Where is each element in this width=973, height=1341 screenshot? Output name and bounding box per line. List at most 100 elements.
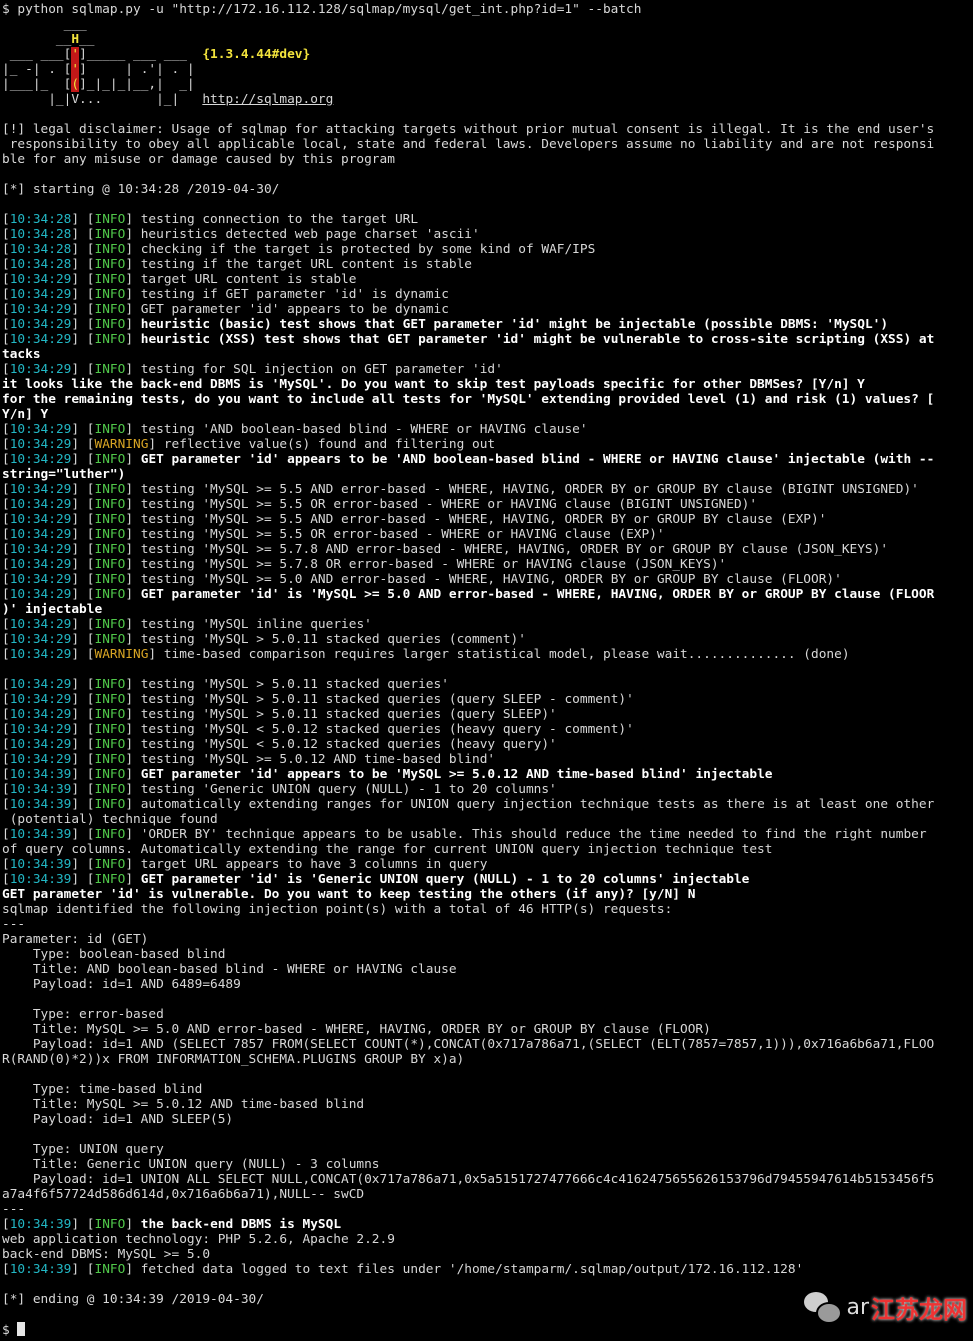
line-text: for the remaining tests, do you want to … (2, 392, 935, 407)
terminal-line: GET parameter 'id' is vulnerable. Do you… (2, 887, 971, 902)
terminal-cursor (17, 1322, 26, 1336)
line-text: ] automatically extending ranges for UNI… (125, 797, 935, 812)
log-level-info: INFO (94, 212, 126, 227)
log-level-info: INFO (94, 857, 126, 872)
line-text: [ (2, 272, 10, 287)
log-level-info: INFO (94, 782, 126, 797)
line-text: [ (2, 302, 10, 317)
terminal-line: Title: Generic UNION query (NULL) - 3 co… (2, 1157, 971, 1172)
line-text: ] reflective value(s) found and filterin… (148, 437, 496, 452)
terminal-line: [10:34:29] [INFO] testing 'MySQL >= 5.5 … (2, 527, 971, 542)
line-text: [ (2, 362, 10, 377)
log-timestamp: 10:34:28 (9, 212, 72, 227)
line-text: Payload: id=1 AND (SELECT 7857 FROM(SELE… (2, 1037, 935, 1052)
log-level-info: INFO (94, 587, 126, 602)
log-level-info: INFO (94, 542, 126, 557)
terminal-line: |_|V... |_| http://sqlmap.org (2, 92, 971, 107)
line-text: ' (71, 62, 80, 77)
line-text: ] target URL content is stable (125, 272, 357, 287)
terminal-line: [10:34:28] [INFO] checking if the target… (2, 242, 971, 257)
log-timestamp: 10:34:39 (9, 872, 72, 887)
line-text: ] testing 'MySQL >= 5.7.8 AND error-base… (125, 542, 889, 557)
line-text: ] [ (71, 437, 95, 452)
terminal-line: [10:34:29] [INFO] testing 'MySQL inline … (2, 617, 971, 632)
terminal-line: [10:34:29] [INFO] testing 'MySQL > 5.0.1… (2, 707, 971, 722)
line-text: [ (2, 857, 10, 872)
line-text: ] [ (71, 317, 95, 332)
line-text: responsibility to obey all applicable lo… (2, 137, 935, 152)
line-text: ] [ (71, 362, 95, 377)
line-text: [*] starting @ 10:34:28 /2019-04-30/ (2, 182, 280, 197)
log-level-info: INFO (94, 752, 126, 767)
terminal-line: Payload: id=1 AND (SELECT 7857 FROM(SELE… (2, 1037, 971, 1052)
terminal-line: responsibility to obey all applicable lo… (2, 137, 971, 152)
terminal-line: [10:34:29] [INFO] testing 'MySQL >= 5.0 … (2, 572, 971, 587)
terminal-line: [10:34:29] [INFO] testing 'MySQL > 5.0.1… (2, 692, 971, 707)
line-text: [ (2, 632, 10, 647)
log-level-info: INFO (94, 737, 126, 752)
line-text: H (71, 32, 80, 47)
terminal-line: --- (2, 917, 971, 932)
terminal-output[interactable]: $ python sqlmap.py -u "http://172.16.112… (2, 2, 971, 1337)
log-level-info: INFO (94, 1262, 126, 1277)
log-timestamp: 10:34:29 (9, 692, 72, 707)
line-text: ] [ (71, 227, 95, 242)
line-text: [ (2, 482, 10, 497)
log-timestamp: 10:34:28 (9, 227, 72, 242)
line-text: ] (125, 587, 141, 602)
terminal-line: [10:34:29] [INFO] target URL content is … (2, 272, 971, 287)
line-text: ] [ (71, 212, 95, 227)
log-timestamp: 10:34:39 (9, 827, 72, 842)
log-timestamp: 10:34:29 (9, 707, 72, 722)
line-text: [ (2, 692, 10, 707)
line-text: ] | .'| . | (79, 62, 195, 77)
line-text: Type: error-based (2, 1007, 164, 1022)
line-text: [ (2, 317, 10, 332)
line-text: [ (2, 557, 10, 572)
line-text: |___|_ [ (2, 77, 72, 92)
terminal-line: [10:34:29] [INFO] GET parameter 'id' app… (2, 302, 971, 317)
terminal-line: ___ (2, 17, 971, 32)
line-text: ] [ (71, 287, 95, 302)
log-timestamp: 10:34:39 (9, 782, 72, 797)
terminal-line: [10:34:29] [INFO] testing 'MySQL > 5.0.1… (2, 632, 971, 647)
terminal-line: [10:34:29] [INFO] testing 'MySQL >= 5.5 … (2, 482, 971, 497)
terminal-line: [10:34:39] [INFO] GET parameter 'id' is … (2, 872, 971, 887)
line-text: ] [ (71, 542, 95, 557)
line-text: ] (125, 332, 141, 347)
line-text: [ (2, 1217, 10, 1232)
line-text: ] 'ORDER BY' technique appears to be usa… (125, 827, 927, 842)
line-text: ] [ (71, 527, 95, 542)
line-text: ] testing 'MySQL >= 5.5 OR error-based -… (125, 527, 665, 542)
line-text: ] [ (71, 737, 95, 752)
terminal-line: sqlmap identified the following injectio… (2, 902, 971, 917)
line-text: --- (2, 1202, 26, 1217)
log-level-info: INFO (94, 872, 126, 887)
terminal-line: [10:34:28] [INFO] heuristics detected we… (2, 227, 971, 242)
log-level-info: INFO (94, 242, 126, 257)
line-text: ] [ (71, 302, 95, 317)
log-timestamp: 10:34:29 (9, 302, 72, 317)
log-level-info: INFO (94, 227, 126, 242)
terminal-line: [10:34:29] [INFO] testing 'MySQL >= 5.5 … (2, 512, 971, 527)
line-text: ] testing 'MySQL < 5.0.12 stacked querie… (125, 737, 557, 752)
watermark-brand: 江苏龙网 (871, 1295, 967, 1324)
line-text: ' (71, 47, 80, 62)
line-text: [!] legal disclaimer: Usage of sqlmap fo… (2, 122, 935, 137)
log-timestamp: 10:34:29 (9, 737, 72, 752)
line-text: Payload: id=1 AND 6489=6489 (2, 977, 241, 992)
terminal-line: )' injectable (2, 602, 971, 617)
log-timestamp: 10:34:29 (9, 422, 72, 437)
sqlmap-link[interactable]: http://sqlmap.org (202, 92, 333, 107)
terminal-line: Title: AND boolean-based blind - WHERE o… (2, 962, 971, 977)
terminal-line: [10:34:39] [INFO] target URL appears to … (2, 857, 971, 872)
line-text: web application technology: PHP 5.2.6, A… (2, 1232, 395, 1247)
line-text: GET parameter 'id' is 'MySQL >= 5.0 AND … (140, 587, 935, 602)
terminal-line: [10:34:29] [WARNING] time-based comparis… (2, 647, 971, 662)
line-text: ] (125, 1217, 141, 1232)
line-text: ] testing 'MySQL >= 5.5 AND error-based … (125, 512, 827, 527)
terminal-line: it looks like the back-end DBMS is 'MySQ… (2, 377, 971, 392)
